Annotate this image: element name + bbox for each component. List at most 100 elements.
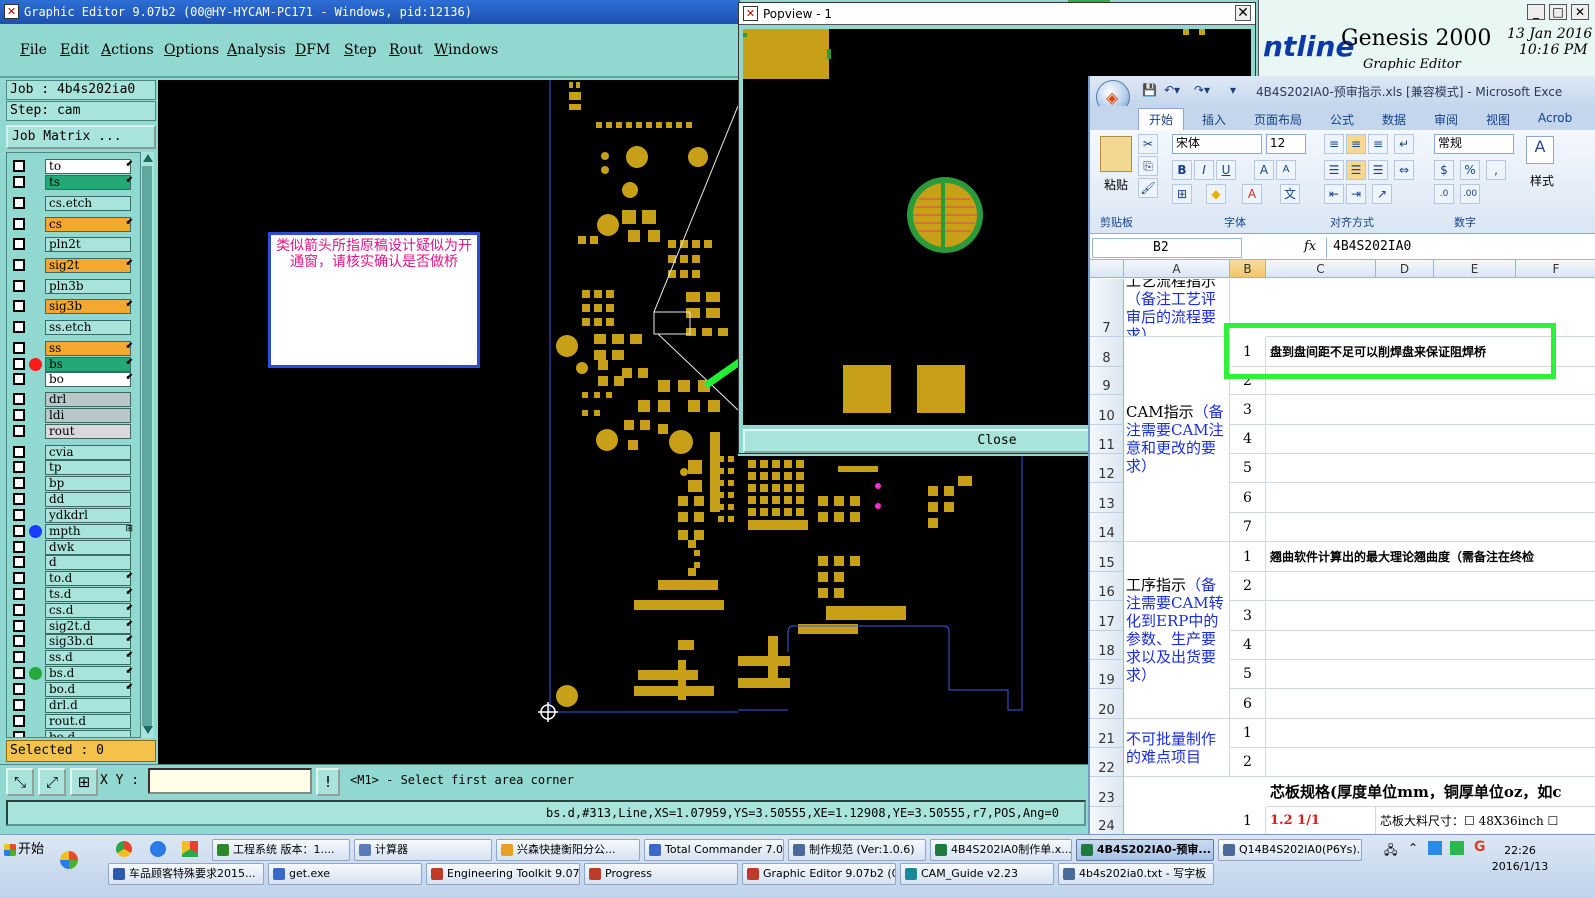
layer-checkbox[interactable] (13, 218, 25, 230)
empty-cell[interactable] (1266, 631, 1595, 660)
item-number-cell[interactable]: 4 (1230, 631, 1266, 660)
increase-decimal-icon[interactable]: .0 (1434, 184, 1454, 204)
tray-expand-icon[interactable]: ⌃ (1408, 841, 1418, 855)
browser-icon[interactable] (182, 841, 198, 857)
taskbar-button[interactable]: 4B4S202IA0制作单.x... (930, 839, 1072, 861)
item-number-cell[interactable]: 7 (1230, 513, 1266, 542)
layer-checkbox[interactable] (13, 477, 25, 489)
tab-acrobat[interactable]: Acrob (1538, 111, 1572, 125)
layer-row-mpth[interactable]: mpth ⊞ (7, 524, 137, 539)
layer-list-scrollbar[interactable] (140, 152, 154, 738)
item-number-cell[interactable]: 3 (1230, 395, 1266, 425)
decrease-indent-icon[interactable]: ⇤ (1324, 184, 1344, 204)
styles-label[interactable]: 样式 (1530, 172, 1554, 189)
font-size-select[interactable]: 12 (1266, 134, 1306, 154)
taskbar-button[interactable]: Graphic Editor 9.07b2 (0... (742, 863, 896, 885)
text-cell[interactable]: 1.2 1/1 (1266, 807, 1376, 834)
layer-row-to-d[interactable]: to.d ⬋ (7, 571, 137, 586)
fill-color-icon[interactable]: ◆ (1206, 184, 1226, 204)
layer-name[interactable]: ts (45, 175, 131, 190)
layer-row-ts[interactable]: ts ⬋ (7, 175, 137, 190)
cut-icon[interactable]: ✂ (1138, 134, 1158, 154)
layer-row-ldi[interactable]: ldi (7, 408, 137, 423)
start-button[interactable]: 开始 (2, 839, 52, 861)
number-format-select[interactable]: 常规 (1434, 134, 1514, 154)
layer-name[interactable]: bo.d (45, 682, 131, 697)
section-label-cell[interactable]: 工艺流程指示（备注工艺评审后的流程要求） (1124, 279, 1230, 337)
format-painter-icon[interactable]: 🖌 (1138, 178, 1158, 198)
layer-name[interactable]: sig3b.d (45, 634, 131, 649)
layer-row-cs-etch[interactable]: cs.etch (7, 196, 137, 211)
layer-name[interactable]: ldi (45, 408, 131, 423)
font-color-icon[interactable]: A (1242, 184, 1262, 204)
column-header-d[interactable]: D (1376, 260, 1434, 278)
layer-checkbox[interactable] (13, 321, 25, 333)
row-header-13[interactable]: 13 (1090, 483, 1124, 513)
item-number-cell[interactable]: 1 (1230, 719, 1266, 748)
empty-cell[interactable] (1266, 719, 1595, 748)
paste-icon[interactable] (1100, 136, 1132, 172)
menu-analysis[interactable]: Analysis (227, 42, 286, 58)
menu-rout[interactable]: Rout (389, 42, 423, 58)
layer-row-bo-d[interactable]: bo.d (7, 730, 137, 737)
text-cell[interactable]: 芯板大料尺寸：☐ 48X36inch ☐ (1376, 807, 1595, 834)
layer-row-ss-d[interactable]: ss.d ⬋ (7, 650, 137, 665)
menu-windows[interactable]: Windows (434, 42, 498, 58)
tab-page-layout[interactable]: 页面布局 (1254, 111, 1302, 128)
layer-name[interactable]: dd (45, 492, 131, 507)
layer-checkbox[interactable] (13, 176, 25, 188)
column-header-e[interactable]: E (1434, 260, 1516, 278)
layer-checkbox[interactable] (13, 425, 25, 437)
tab-view[interactable]: 视图 (1486, 111, 1510, 128)
row-header-10[interactable]: 10 (1090, 395, 1124, 425)
popview-close-icon[interactable]: ✕ (1235, 5, 1251, 21)
layer-checkbox[interactable] (13, 525, 25, 537)
layer-name[interactable]: sig3b (45, 299, 131, 314)
layer-row-sig3b[interactable]: sig3b ⬋ (7, 299, 137, 314)
item-number-cell[interactable]: 1 (1230, 807, 1266, 834)
tab-home[interactable]: 开始 (1138, 108, 1185, 130)
section-label-cell[interactable]: 不可批量制作的难点项目 (1124, 719, 1230, 777)
shrink-font-icon[interactable]: A (1276, 160, 1296, 180)
bold-icon[interactable]: B (1172, 160, 1192, 180)
layer-row-ss-etch[interactable]: ss.etch (7, 320, 137, 335)
layer-row-cs-d[interactable]: cs.d ⬋ (7, 603, 137, 618)
layer-row-bo-d[interactable]: bo.d ⬋ (7, 682, 137, 697)
save-icon[interactable]: 💾 (1142, 83, 1157, 97)
taskbar-button[interactable]: Total Commander 7.0... (644, 839, 784, 861)
layer-checkbox[interactable] (13, 342, 25, 354)
menu-actions[interactable]: Actions (101, 42, 154, 58)
copy-icon[interactable]: ⎘ (1138, 156, 1158, 176)
layer-checkbox[interactable] (13, 667, 25, 679)
pcb-canvas-lower[interactable] (538, 456, 1088, 764)
layer-name[interactable]: sig2t.d (45, 619, 131, 634)
layer-name[interactable]: pln2t (45, 237, 131, 252)
layer-row-ss[interactable]: ss ⬋ (7, 341, 137, 356)
empty-cell[interactable] (1266, 395, 1595, 425)
wrap-text-icon[interactable]: ↵ (1394, 134, 1414, 154)
layer-name[interactable]: rout (45, 424, 131, 439)
layer-name[interactable]: ss.d (45, 650, 131, 665)
layer-row-drl[interactable]: drl (7, 392, 137, 407)
section-label-cell[interactable]: CAM指示（备注需要CAM注意和更改的要求） (1124, 337, 1230, 542)
text-cell[interactable]: 芯板规格(厚度单位mm，铜厚单位oz，如c (1266, 777, 1595, 807)
column-header-a[interactable]: A (1124, 260, 1230, 278)
align-left-icon[interactable]: ☰ (1324, 160, 1344, 180)
item-number-cell[interactable]: 1 (1230, 542, 1266, 572)
align-right-icon[interactable]: ☰ (1368, 160, 1388, 180)
row-header-24[interactable]: 24 (1090, 807, 1124, 834)
empty-cell[interactable] (1266, 572, 1595, 601)
layer-checkbox[interactable] (13, 604, 25, 616)
layer-row-d[interactable]: d (7, 555, 137, 570)
borders-icon[interactable]: ⊞ (1172, 184, 1192, 204)
layer-checkbox[interactable] (13, 493, 25, 505)
row-header-22[interactable]: 22 (1090, 748, 1124, 777)
menu-edit[interactable]: Edit (60, 42, 89, 58)
empty-cell[interactable] (1266, 660, 1595, 689)
tray-network-icon[interactable]: 🖧 (1384, 841, 1397, 862)
row-header-8[interactable]: 8 (1090, 337, 1124, 367)
layer-name[interactable]: tp (45, 460, 131, 475)
empty-cell[interactable] (1266, 748, 1595, 777)
layer-row-bo[interactable]: bo ⬋ (7, 372, 137, 387)
empty-cell[interactable] (1266, 513, 1595, 542)
